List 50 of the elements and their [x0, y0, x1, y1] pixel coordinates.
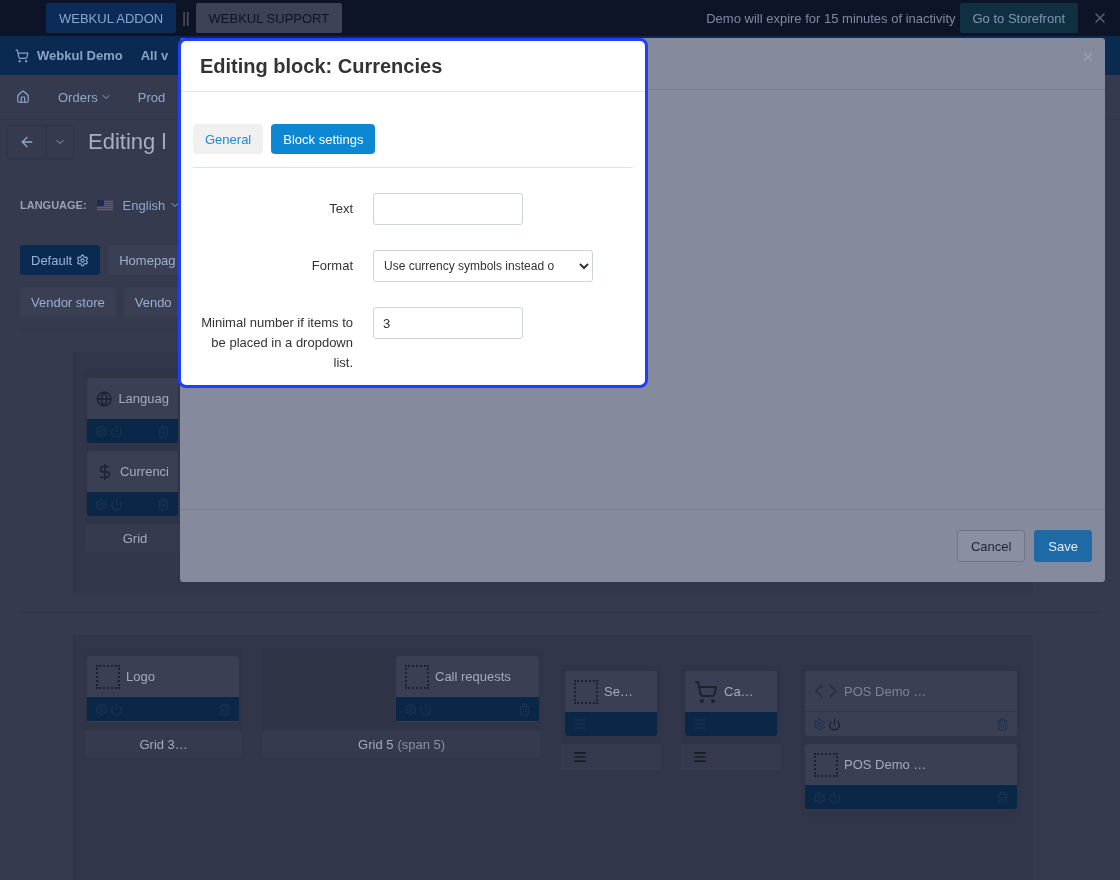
placeholder-icon	[96, 664, 120, 689]
cart-icon	[15, 48, 29, 63]
page-title: Editing l	[88, 129, 167, 155]
language-dropdown[interactable]: English	[122, 197, 182, 213]
modal-title: Editing block: Currencies	[200, 54, 443, 78]
cancel-button[interactable]: Cancel	[956, 530, 1026, 562]
separator: ||	[182, 10, 190, 26]
input-field[interactable]	[373, 193, 523, 225]
block-name: Logo	[126, 669, 155, 684]
power-icon[interactable]	[828, 717, 841, 731]
demo-notice: Demo will expire for 15 minutes of inactivity	[706, 10, 956, 26]
storefront-button[interactable]: Go to Storefront	[959, 3, 1078, 33]
home-icon[interactable]	[16, 90, 30, 104]
back-arrow-icon	[19, 134, 35, 150]
menu-item[interactable]: Orders	[58, 89, 112, 105]
grid-label: Grid 3…	[85, 730, 243, 758]
block-name: Call requests	[435, 669, 511, 684]
flag-icon	[96, 199, 113, 211]
input-field[interactable]: 3	[373, 307, 523, 339]
cart-icon	[694, 679, 718, 704]
grid-label: Grid 5 (span 5)	[262, 730, 541, 758]
drag-handle-icon[interactable]	[573, 750, 587, 764]
placeholder-icon	[574, 679, 598, 704]
block-name: POS Demo …	[844, 683, 927, 699]
tab[interactable]: Block settings	[271, 124, 376, 154]
language-label: LANGUAGE:	[20, 199, 87, 211]
block-name: Languag	[118, 391, 169, 406]
back-button[interactable]	[8, 126, 47, 158]
save-button[interactable]: Save	[1034, 530, 1092, 562]
placeholder-icon	[814, 752, 838, 777]
store-name[interactable]: Webkul Demo	[37, 48, 123, 63]
field-label: Text	[328, 200, 353, 218]
settings-icon[interactable]	[813, 717, 826, 731]
block-name: Ca…	[724, 684, 754, 699]
trash-icon[interactable]	[996, 717, 1009, 731]
block-name: Currenci	[119, 464, 169, 479]
format-select[interactable]: Use currency symbols instead o	[373, 250, 593, 282]
block-name: Se…	[604, 684, 633, 699]
settings-icon	[76, 253, 90, 267]
tab[interactable]: General	[193, 124, 264, 154]
drag-handle-icon[interactable]	[693, 750, 707, 764]
nav-item[interactable]: All v	[140, 48, 169, 63]
menu-item[interactable]: Prod	[137, 89, 166, 105]
block-name: POS Demo …	[844, 757, 927, 772]
field-label: Format	[310, 257, 353, 275]
layout-button[interactable]: Default	[20, 245, 101, 275]
layout-button[interactable]: Vendor store	[20, 287, 116, 317]
placeholder-icon	[405, 664, 429, 689]
field-label: Minimal number if items to be placed in a dropdown list.	[200, 314, 353, 372]
top-button[interactable]: WEBKUL ADDON	[46, 3, 177, 33]
